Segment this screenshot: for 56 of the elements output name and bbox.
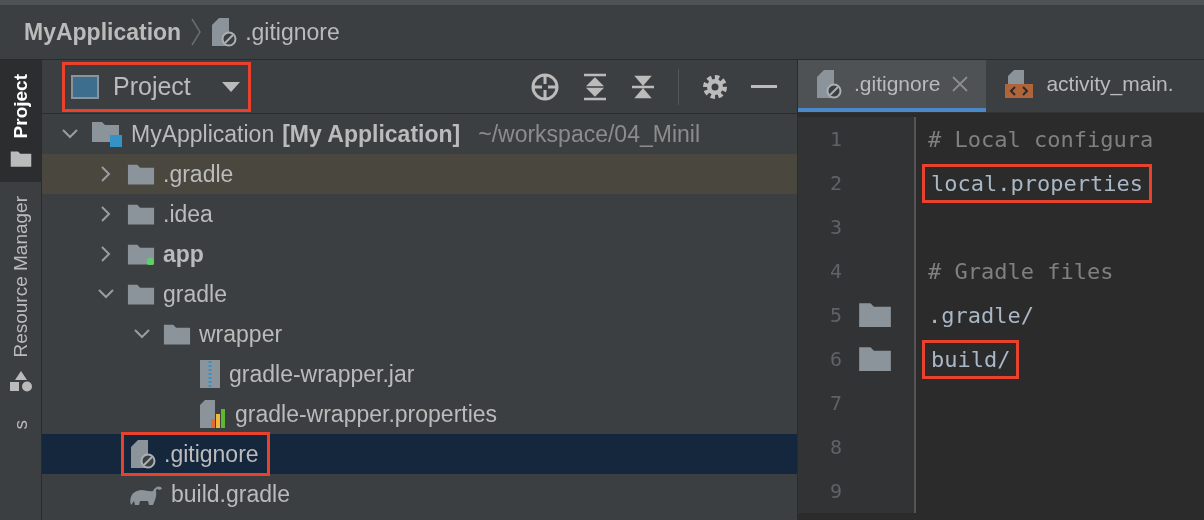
code-comment: # Local configura: [927, 125, 1155, 154]
properties-file-icon: [199, 399, 227, 429]
close-icon[interactable]: [952, 76, 969, 92]
tree-row[interactable]: wrapper: [42, 314, 797, 354]
tree-row[interactable]: app: [42, 234, 797, 274]
code-comment: # Gradle files: [927, 257, 1115, 286]
crosshair-icon[interactable]: [530, 71, 560, 102]
expand-all-icon[interactable]: [582, 71, 608, 102]
tree-row[interactable]: gradle: [42, 274, 797, 314]
view-dropdown[interactable]: Project: [62, 61, 251, 112]
editor-tab[interactable]: activity_main.: [986, 60, 1192, 112]
tree-item-label: .idea: [163, 200, 213, 228]
breadcrumb-item[interactable]: MyApplication: [24, 18, 182, 46]
tree-row[interactable]: gradle-wrapper.jar: [42, 354, 797, 394]
tree-item-label: MyApplication: [131, 120, 275, 148]
folder-icon: [858, 301, 892, 329]
settings-icon[interactable]: [701, 72, 729, 101]
chevron-separator-icon: [191, 18, 202, 46]
archive-file-icon: [199, 359, 221, 389]
module-name: [My Application]: [282, 120, 461, 148]
editor-tab[interactable]: .gitignore: [798, 60, 987, 112]
tree-item-label: app: [163, 240, 204, 268]
ignored-file-icon: [211, 17, 238, 47]
tool-window-button[interactable]: Project: [0, 60, 41, 182]
path-text: ~/workspace/04_Minil: [478, 120, 701, 148]
tree-row[interactable]: .gitignore: [42, 434, 797, 474]
folder-icon: [127, 202, 155, 226]
folder-icon: [163, 322, 191, 346]
shapes-icon: [8, 369, 33, 392]
folder-icon: [127, 162, 155, 186]
folder-icon: [127, 282, 155, 306]
tree-item-label: wrapper: [199, 320, 283, 348]
tree-item-label: gradle-wrapper.jar: [229, 360, 415, 388]
tree-row[interactable]: gradle-wrapper.properties: [42, 394, 797, 434]
caret-icon: [222, 81, 240, 92]
code-line: .gradle/: [927, 301, 1035, 330]
folder-icon: [858, 345, 892, 373]
layout-file-icon: [1004, 69, 1035, 99]
tree-item-label: gradle-wrapper.properties: [235, 400, 498, 428]
tool-window-button[interactable]: s: [0, 405, 41, 444]
ignored-file-icon: [816, 69, 842, 99]
tree-row[interactable]: MyApplication [My Application] ~/workspace/04_Minil: [42, 114, 797, 154]
tree-item-label: gradle: [163, 280, 227, 308]
tree-item-label: build.gradle: [171, 480, 290, 508]
breadcrumb-item[interactable]: .gitignore: [245, 18, 340, 46]
tree-item-label: .gradle: [163, 160, 234, 188]
window-icon: [71, 74, 99, 99]
tool-window-button[interactable]: Resource Manager: [0, 182, 41, 406]
tree-item-label: .gitignore: [164, 440, 259, 468]
module-folder-icon: [91, 120, 123, 148]
module-folder-icon: [127, 242, 155, 266]
ignored-file-icon: [130, 439, 156, 469]
tree-row[interactable]: .idea: [42, 194, 797, 234]
folder-icon: [9, 150, 32, 168]
tree-row[interactable]: .gradle: [42, 154, 797, 194]
tree-row[interactable]: build.gradle: [42, 474, 797, 514]
